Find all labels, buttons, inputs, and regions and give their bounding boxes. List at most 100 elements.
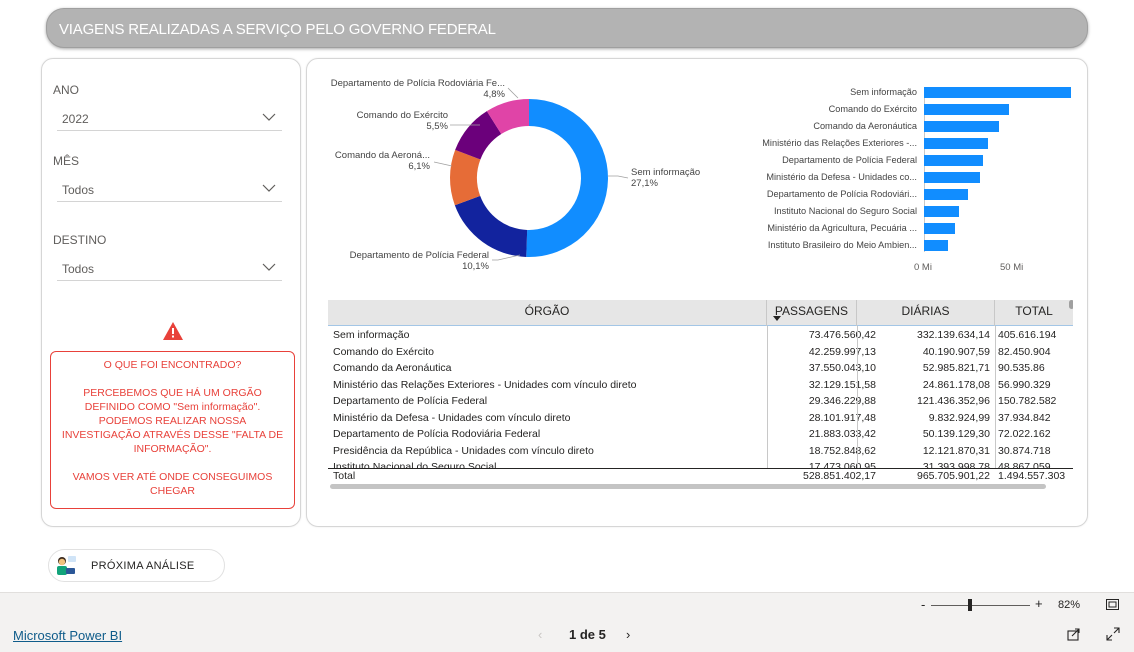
fit-to-page-icon[interactable] [1106, 599, 1119, 610]
bar[interactable] [924, 189, 968, 200]
bar-category-label: Departamento de Polícia Federal [782, 155, 917, 165]
report-title-bar: VIAGENS REALIZADAS A SERVIÇO PELO GOVERN… [46, 8, 1088, 48]
donut-leader-line [433, 161, 453, 167]
donut-leader-line [608, 175, 629, 179]
cell-diarias: 121.436.352,96 [917, 395, 990, 407]
sort-descending-icon [773, 316, 781, 321]
bar-row[interactable]: Sem informação [751, 87, 1073, 99]
table-row[interactable]: Comando do Exército 42.259.997,13 40.190.9… [328, 345, 1073, 362]
bar[interactable] [924, 121, 1000, 132]
cell-total: 405.616.194 [998, 329, 1057, 341]
next-analysis-button[interactable]: PRÓXIMA ANÁLISE [48, 549, 225, 582]
bar-category-label: Sem informação [850, 87, 917, 97]
bar-row[interactable]: Ministério das Relações Exteriores -... [751, 138, 1073, 150]
footer-bar: Microsoft Power BI ‹ 1 de 5 › [0, 616, 1134, 652]
bar-tick-50: 50 Mi [1000, 262, 1024, 273]
zoom-in-button[interactable]: + [1035, 596, 1043, 611]
donut-label-rodoviaria: Departamento de Polícia Rodoviária Fe...… [330, 78, 505, 100]
cell-diarias: 12.121.870,31 [922, 444, 990, 457]
table-row[interactable]: Ministério da Defesa - Unidades com vínc… [328, 411, 1073, 428]
report-title: VIAGENS REALIZADAS A SERVIÇO PELO GOVERN… [59, 21, 496, 38]
zoom-level: 82% [1058, 599, 1081, 611]
bar[interactable] [924, 223, 955, 234]
bar-row[interactable]: Ministério da Defesa - Unidades co... [751, 172, 1073, 184]
cell-total: 30.874.718 [998, 444, 1051, 457]
cell-passagens: 21.883.033,42 [808, 428, 876, 440]
table-row[interactable]: Departamento de Polícia Rodoviária Feder… [328, 427, 1073, 444]
table-row[interactable]: Comando da Aeronáutica 37.550.043,10 52.98… [328, 361, 1073, 378]
share-icon[interactable] [1067, 627, 1081, 641]
cell-total: 82.450.904 [998, 345, 1051, 358]
bar[interactable] [924, 172, 981, 183]
col-header-diarias[interactable]: DIÁRIAS [857, 300, 995, 326]
cell-passagens: 37.550.043,10 [808, 362, 876, 374]
donut-label-exercito: Comando do Exército 5,5% [356, 110, 448, 132]
destino-dropdown[interactable]: Todos [57, 256, 282, 281]
zoom-slider-track[interactable] [931, 605, 1030, 606]
chevron-down-icon [262, 113, 276, 121]
cell-total: 90.535.86 [998, 362, 1045, 374]
horizontal-scrollbar[interactable] [330, 484, 1046, 489]
page-indicator: 1 de 5 [569, 627, 606, 642]
cell-orgao: Comando da Aeronáutica [333, 362, 452, 374]
col-header-passagens[interactable]: PASSAGENS [767, 300, 857, 326]
warning-icon [163, 322, 183, 340]
donut-slice[interactable] [450, 149, 481, 206]
bar-row[interactable]: Departamento de Polícia Rodoviári... [751, 189, 1073, 201]
orgao-table[interactable]: ÓRGÃO PASSAGENS DIÁRIAS TOTAL Sem inform… [328, 298, 1073, 490]
zoom-bar: - + 82% [0, 592, 1134, 616]
col-header-orgao[interactable]: ÓRGÃO [328, 300, 767, 326]
vertical-scrollbar[interactable] [1069, 300, 1073, 309]
table-row[interactable]: Presidência da República - Unidades com … [328, 444, 1073, 461]
donut-label-policia-federal: Departamento de Polícia Federal 10,1% [349, 250, 489, 272]
table-row[interactable]: Sem informação 73.476.560,42 332.139.634,1… [328, 328, 1073, 345]
bar[interactable] [924, 240, 948, 251]
table-row[interactable]: Ministério das Relações Exteriores - Uni… [328, 378, 1073, 395]
bar-row[interactable]: Departamento de Polícia Federal [751, 155, 1073, 167]
zoom-out-button[interactable]: - [921, 597, 925, 612]
bar-row[interactable]: Comando do Exército [751, 104, 1073, 116]
power-bi-link[interactable]: Microsoft Power BI [13, 628, 122, 643]
bar[interactable] [924, 155, 983, 166]
donut-label-aeronautica: Comando da Aeroná... 6,1% [334, 150, 430, 172]
bar-row[interactable]: Ministério da Agricultura, Pecuária ... [751, 223, 1073, 235]
bar[interactable] [924, 138, 989, 149]
cell-orgao: Ministério da Defesa - Unidades com vínc… [333, 411, 571, 424]
cell-diarias: 332.139.634,14 [917, 329, 990, 341]
donut-slice[interactable] [454, 195, 528, 257]
fullscreen-icon[interactable] [1106, 627, 1120, 641]
finding-body: PERCEBEMOS QUE HÁ UM ORGÃO DEFINIDO COMO… [61, 387, 284, 455]
next-page-button[interactable]: › [626, 627, 630, 642]
bar[interactable] [924, 104, 1009, 115]
person-laptop-icon [57, 556, 76, 575]
bar-category-label: Comando da Aeronáutica [813, 121, 917, 131]
table-row[interactable]: Departamento de Polícia Federal 29.346.22… [328, 394, 1073, 411]
donut-leader-line [492, 254, 521, 261]
bar-row[interactable]: Comando da Aeronáutica [751, 121, 1073, 133]
bar-chart[interactable]: 0 Mi 50 Mi Sem informação Comando do Exér… [751, 70, 1073, 280]
bar[interactable] [924, 87, 1071, 98]
cell-diarias: 9.832.924,99 [928, 411, 990, 424]
donut-chart[interactable]: Sem informação 27,1% Departamento de Pol… [322, 70, 738, 280]
cell-passagens: 28.101.917,48 [808, 411, 876, 424]
cell-passagens: 42.259.997,13 [808, 345, 876, 358]
zoom-slider-handle[interactable] [968, 599, 972, 611]
donut-slice[interactable] [526, 99, 608, 257]
bar-row[interactable]: Instituto Nacional do Seguro Social [751, 206, 1073, 218]
cell-total: 72.022.162 [998, 428, 1051, 440]
mes-dropdown[interactable]: Todos [57, 177, 282, 202]
ano-dropdown[interactable]: 2022 [57, 106, 282, 131]
cell-orgao: Ministério das Relações Exteriores - Uni… [333, 378, 637, 391]
bar-category-label: Ministério da Agricultura, Pecuária ... [767, 223, 917, 233]
cell-diarias: 50.139.129,30 [922, 428, 990, 440]
column-divider [995, 326, 996, 479]
total-label: Total [333, 470, 356, 482]
total-passagens: 528.851.402,17 [803, 470, 876, 482]
bar-category-label: Instituto Brasileiro do Meio Ambien... [767, 240, 917, 250]
col-header-total[interactable]: TOTAL [995, 300, 1073, 326]
destino-label: DESTINO [53, 233, 107, 247]
bar-row[interactable]: Instituto Brasileiro do Meio Ambien... [751, 240, 1073, 252]
previous-page-button[interactable]: ‹ [538, 627, 542, 642]
bar[interactable] [924, 206, 959, 217]
table-total-row: Total 528.851.402,17 965.705.901,22 1.49… [328, 468, 1073, 483]
